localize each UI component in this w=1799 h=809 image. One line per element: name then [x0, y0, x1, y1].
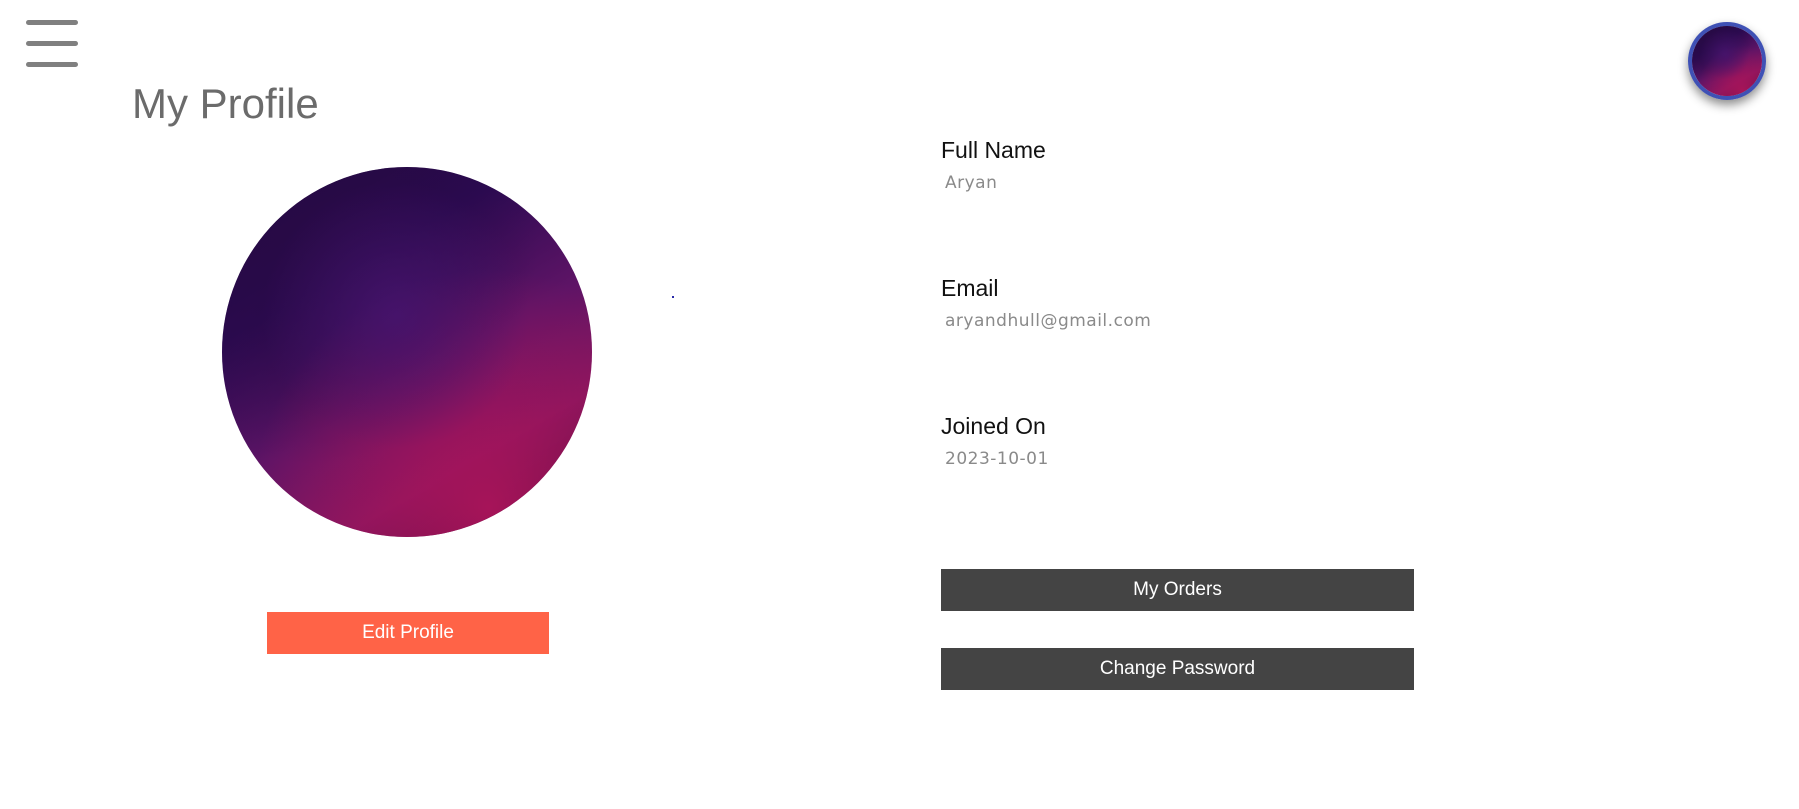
- joined-on-label: Joined On: [941, 413, 1046, 439]
- menu-bar-bottom: [26, 62, 78, 67]
- user-avatar[interactable]: [1688, 22, 1766, 100]
- email-label: Email: [941, 275, 999, 301]
- full-name-label: Full Name: [941, 137, 1046, 163]
- email-value: aryandhull@gmail.com: [945, 311, 1152, 331]
- edit-profile-button[interactable]: Edit Profile: [267, 612, 549, 654]
- profile-page: My Profile Edit Profile Full Name Aryan …: [0, 0, 1799, 809]
- joined-on-value: 2023-10-01: [945, 449, 1049, 469]
- full-name-field: Full Name Aryan: [941, 137, 1046, 193]
- avatar-image: [1692, 26, 1762, 96]
- decorative-dot: [672, 296, 674, 298]
- my-orders-button[interactable]: My Orders: [941, 569, 1414, 611]
- hamburger-menu-icon[interactable]: [26, 20, 78, 70]
- menu-bar-middle: [26, 41, 78, 46]
- change-password-button[interactable]: Change Password: [941, 648, 1414, 690]
- email-field: Email aryandhull@gmail.com: [941, 275, 1151, 331]
- menu-bar-top: [26, 20, 78, 25]
- joined-on-field: Joined On 2023-10-01: [941, 413, 1049, 469]
- page-title: My Profile: [132, 80, 319, 127]
- full-name-value: Aryan: [945, 173, 998, 193]
- profile-picture: [222, 167, 592, 537]
- profile-picture-image: [222, 167, 592, 537]
